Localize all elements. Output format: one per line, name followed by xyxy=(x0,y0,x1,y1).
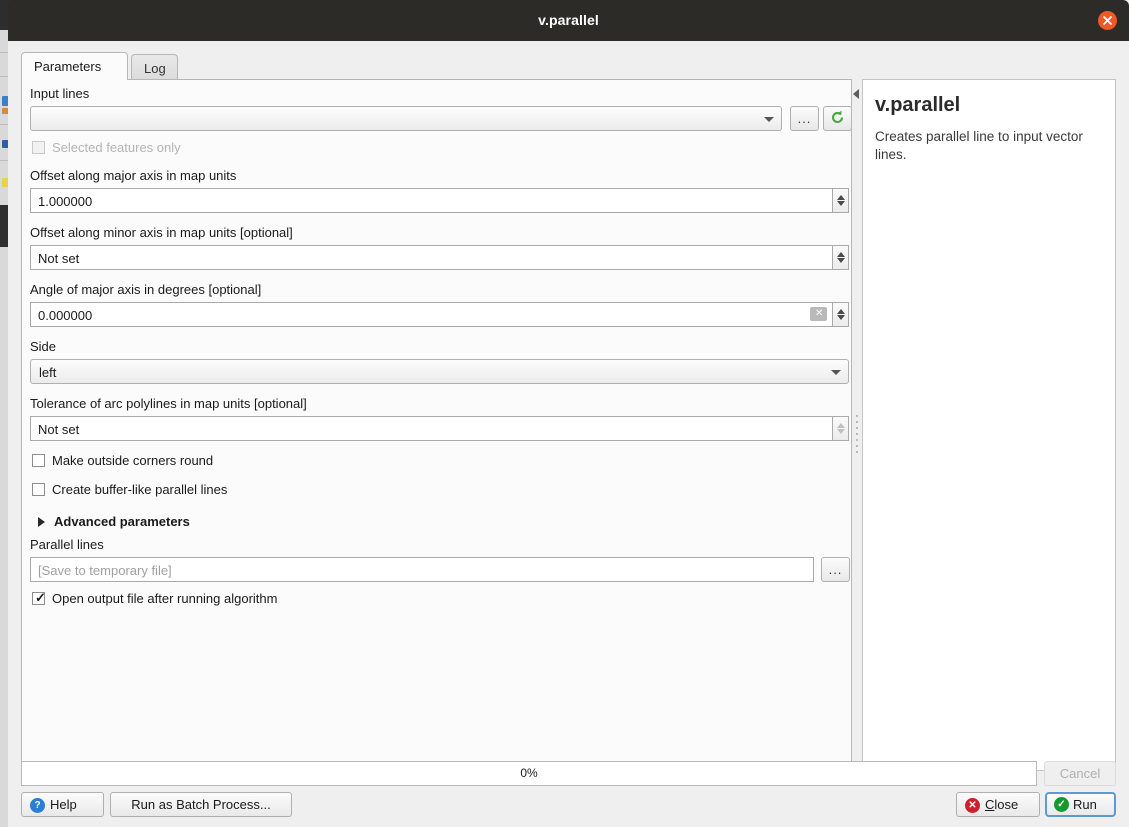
collapse-description-panel-icon[interactable] xyxy=(853,89,859,99)
close-icon[interactable] xyxy=(1098,11,1117,30)
clear-field-icon[interactable]: ✕ xyxy=(810,307,827,321)
make-outside-corners-round-label: Make outside corners round xyxy=(52,453,214,468)
selected-features-only-row: Selected features only xyxy=(30,140,845,158)
help-icon: ? xyxy=(30,798,45,813)
input-lines-value xyxy=(39,107,757,132)
make-outside-corners-round-checkbox[interactable] xyxy=(32,454,45,467)
open-output-file-row: ✓ Open output file after running algorit… xyxy=(30,590,845,609)
iterate-refresh-icon[interactable] xyxy=(823,106,851,131)
tab-parameters[interactable]: Parameters xyxy=(21,52,128,80)
offset-major-value: 1.000000 xyxy=(38,194,93,209)
stepper-down-icon[interactable] xyxy=(837,258,845,263)
close-button[interactable]: ✕ Close xyxy=(956,792,1040,817)
parallel-lines-output-placeholder: [Save to temporary file] xyxy=(38,563,172,578)
dialog-titlebar: v.parallel xyxy=(8,0,1129,41)
offset-major-label: Offset along major axis in map units xyxy=(30,168,237,183)
cancel-button: Cancel xyxy=(1044,761,1116,786)
angle-major-row: 0.000000 ✕ xyxy=(30,302,849,327)
angle-major-label: Angle of major axis in degrees [optional… xyxy=(30,282,262,297)
parallel-lines-output-browse-button[interactable]: ... xyxy=(821,557,850,582)
chevron-down-icon xyxy=(764,117,774,122)
side-row: left xyxy=(30,359,849,384)
tab-log[interactable]: Log xyxy=(131,54,178,79)
tolerance-row: Not set xyxy=(30,416,849,441)
create-buffer-like-row: Create buffer-like parallel lines xyxy=(30,482,845,500)
offset-minor-label: Offset along minor axis in map units [op… xyxy=(30,225,293,240)
tolerance-input[interactable]: Not set xyxy=(30,416,849,441)
side-combo[interactable]: left xyxy=(30,359,849,384)
input-lines-row: ... xyxy=(30,106,851,131)
side-label: Side xyxy=(30,339,57,354)
run-button[interactable]: ✓ Run xyxy=(1045,792,1116,817)
close-button-rest: lose xyxy=(994,797,1019,812)
tab-log-label: Log xyxy=(144,61,166,76)
offset-major-row: 1.000000 xyxy=(30,188,849,213)
algorithm-description-panel: v.parallel Creates parallel line to inpu… xyxy=(862,79,1116,771)
offset-minor-input[interactable]: Not set xyxy=(30,245,849,270)
side-value: left xyxy=(39,365,57,380)
offset-minor-stepper[interactable] xyxy=(832,245,849,270)
run-button-label: Run xyxy=(1073,797,1097,812)
algorithm-description-title: v.parallel xyxy=(875,94,961,116)
create-buffer-like-checkbox[interactable] xyxy=(32,483,45,496)
angle-major-stepper[interactable] xyxy=(832,302,849,327)
parameters-scroll-area[interactable]: Input lines ... Selected features only O… xyxy=(21,79,852,771)
offset-minor-row: Not set xyxy=(30,245,849,270)
stepper-up-icon[interactable] xyxy=(837,195,845,200)
advanced-parameters-label: Advanced parameters xyxy=(54,514,190,529)
run-check-icon: ✓ xyxy=(1054,797,1069,812)
stepper-up-icon[interactable] xyxy=(837,309,845,314)
parallel-lines-output-label: Parallel lines xyxy=(30,537,104,552)
progress-bar: 0% xyxy=(21,761,1037,786)
offset-major-stepper[interactable] xyxy=(832,188,849,213)
tolerance-label: Tolerance of arc polylines in map units … xyxy=(30,396,307,411)
offset-major-input[interactable]: 1.000000 xyxy=(30,188,849,213)
clear-field-glyph: ✕ xyxy=(815,308,824,319)
dialog-title: v.parallel xyxy=(538,12,599,28)
tolerance-stepper[interactable] xyxy=(832,416,849,441)
parallel-lines-output-row: [Save to temporary file] ... xyxy=(30,557,850,582)
help-button-label: Help xyxy=(50,797,77,812)
parallel-lines-output-input[interactable]: [Save to temporary file] xyxy=(30,557,814,582)
stepper-down-icon[interactable] xyxy=(837,429,845,434)
algorithm-description-text: Creates parallel line to input vector li… xyxy=(875,129,1083,162)
stepper-down-icon[interactable] xyxy=(837,201,845,206)
stepper-down-icon[interactable] xyxy=(837,315,845,320)
help-button[interactable]: ? Help xyxy=(21,792,104,817)
make-outside-corners-round-row: Make outside corners round xyxy=(30,453,845,471)
dialog-body: Parameters Log Input lines ... Selected … xyxy=(8,41,1129,827)
tolerance-value: Not set xyxy=(38,422,80,437)
close-circle-icon: ✕ xyxy=(965,798,980,813)
close-button-label: Close xyxy=(985,793,1018,818)
close-button-mnemonic: C xyxy=(985,797,995,812)
open-output-file-label: Open output file after running algorithm xyxy=(52,591,278,606)
tab-parameters-label: Parameters xyxy=(34,59,102,74)
chevron-down-icon xyxy=(831,370,841,375)
offset-minor-value: Not set xyxy=(38,251,80,266)
stepper-up-icon[interactable] xyxy=(837,423,845,428)
advanced-parameters-toggle[interactable]: Advanced parameters xyxy=(30,513,845,533)
run-as-batch-process-button[interactable]: Run as Batch Process... xyxy=(110,792,292,817)
angle-major-input[interactable]: 0.000000 xyxy=(30,302,849,327)
input-lines-browse-button[interactable]: ... xyxy=(790,106,819,131)
angle-major-value: 0.000000 xyxy=(38,308,93,323)
panel-splitter-handle[interactable] xyxy=(854,411,859,455)
input-lines-combo[interactable] xyxy=(30,106,782,131)
selected-features-only-checkbox xyxy=(32,141,45,154)
create-buffer-like-label: Create buffer-like parallel lines xyxy=(52,482,228,497)
progress-percent-label: 0% xyxy=(520,766,538,780)
open-output-file-checkbox[interactable]: ✓ xyxy=(32,590,46,605)
checkmark-icon: ✓ xyxy=(35,590,46,605)
stepper-up-icon[interactable] xyxy=(837,252,845,257)
chevron-right-icon xyxy=(38,517,45,527)
selected-features-only-label: Selected features only xyxy=(52,140,181,155)
input-lines-label: Input lines xyxy=(30,86,90,101)
